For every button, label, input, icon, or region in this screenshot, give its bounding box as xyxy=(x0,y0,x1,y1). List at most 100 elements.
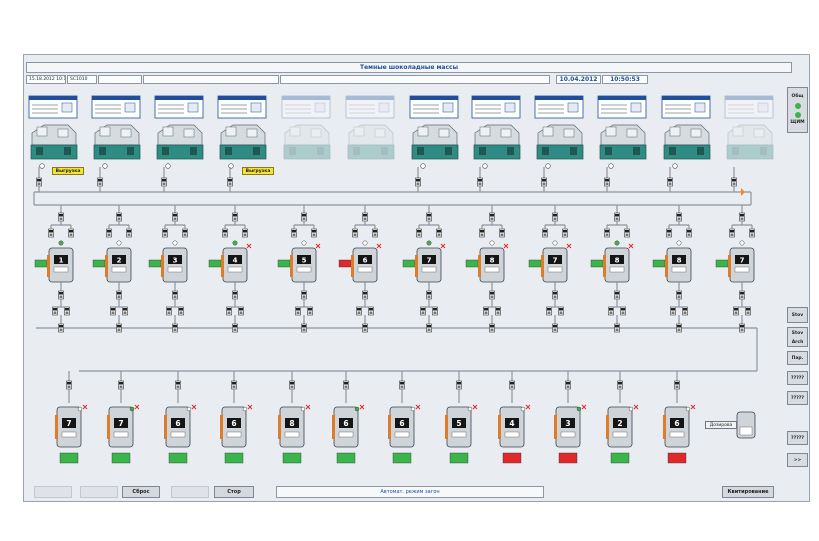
transfer-valve[interactable] xyxy=(64,306,70,316)
conche-inlet-valve[interactable] xyxy=(343,380,349,390)
conche-unit-11[interactable]: 8 xyxy=(652,240,692,283)
conche-outlet-valve[interactable] xyxy=(301,290,307,300)
refiner-unit-5[interactable] xyxy=(281,95,331,160)
transfer-valve[interactable] xyxy=(495,306,501,316)
transfer-valve[interactable] xyxy=(307,306,313,316)
conche-unit-1[interactable]: 1 xyxy=(34,240,74,283)
conche-feed-valve[interactable] xyxy=(291,228,297,238)
conche-feed-valve[interactable] xyxy=(666,228,672,238)
refiner-unit-6[interactable] xyxy=(345,95,395,160)
refiner-outlet-valve[interactable] xyxy=(731,177,737,187)
conche-inlet-valve[interactable] xyxy=(362,212,368,222)
sidebar-btn-2[interactable]: Пар. xyxy=(787,351,808,365)
conche-unit-12[interactable]: 7 xyxy=(715,240,755,283)
refiner-unit-10[interactable] xyxy=(597,95,647,169)
conche-outlet-valve[interactable] xyxy=(489,290,495,300)
dosing-tank[interactable] xyxy=(736,411,756,439)
collector-valve[interactable] xyxy=(116,323,122,333)
collector-valve[interactable] xyxy=(739,323,745,333)
conche-outlet-valve[interactable] xyxy=(362,290,368,300)
conche-unit-10[interactable]: 8 xyxy=(590,240,634,283)
sidebar-btn-4[interactable]: ????? xyxy=(787,391,808,405)
collector-valve[interactable] xyxy=(614,323,620,333)
transfer-valve[interactable] xyxy=(670,306,676,316)
lower-conche-unit-8[interactable]: 5 xyxy=(445,404,478,464)
conche-inlet-valve[interactable] xyxy=(399,380,405,390)
collector-valve[interactable] xyxy=(232,323,238,333)
conche-inlet-valve[interactable] xyxy=(614,212,620,222)
transfer-valve[interactable] xyxy=(432,306,438,316)
transfer-valve[interactable] xyxy=(110,306,116,316)
conche-unit-7[interactable]: 7 xyxy=(402,240,446,283)
lower-conche-unit-4[interactable]: 6 xyxy=(220,404,253,464)
refiner-outlet-valve[interactable] xyxy=(227,177,233,187)
conche-inlet-valve[interactable] xyxy=(66,380,72,390)
lower-conche-unit-10[interactable]: 3 xyxy=(554,404,587,464)
acknowledge-button[interactable]: Квитирование xyxy=(722,486,774,498)
lower-conche-unit-12[interactable]: 6 xyxy=(663,404,696,464)
conche-inlet-valve[interactable] xyxy=(58,212,64,222)
sidebar-btn-3[interactable]: ????? xyxy=(787,371,808,385)
refiner-unit-8[interactable] xyxy=(471,95,521,169)
collector-valve[interactable] xyxy=(489,323,495,333)
refiner-outlet-valve[interactable] xyxy=(477,177,483,187)
conche-feed-valve[interactable] xyxy=(436,228,442,238)
conche-feed-valve[interactable] xyxy=(182,228,188,238)
conche-inlet-valve[interactable] xyxy=(231,380,237,390)
conche-unit-2[interactable]: 2 xyxy=(92,240,132,283)
transfer-valve[interactable] xyxy=(745,306,751,316)
conche-inlet-valve[interactable] xyxy=(739,212,745,222)
conche-inlet-valve[interactable] xyxy=(617,380,623,390)
stop-button[interactable]: Стор xyxy=(214,486,254,498)
conche-unit-3[interactable]: 3 xyxy=(148,240,188,283)
conche-feed-valve[interactable] xyxy=(542,228,548,238)
conche-outlet-valve[interactable] xyxy=(426,290,432,300)
refiner-unit-4[interactable] xyxy=(217,95,267,169)
conche-inlet-valve[interactable] xyxy=(552,212,558,222)
conche-inlet-valve[interactable] xyxy=(172,212,178,222)
transfer-valve[interactable] xyxy=(483,306,489,316)
conche-unit-8[interactable]: 8 xyxy=(465,240,509,283)
refiner-outlet-valve[interactable] xyxy=(415,177,421,187)
conche-feed-valve[interactable] xyxy=(729,228,735,238)
conche-inlet-valve[interactable] xyxy=(456,380,462,390)
transfer-valve[interactable] xyxy=(368,306,374,316)
conche-outlet-valve[interactable] xyxy=(739,290,745,300)
conche-unit-9[interactable]: 7 xyxy=(528,240,572,283)
lower-conche-unit-9[interactable]: 4 xyxy=(498,404,531,464)
refiner-outlet-valve[interactable] xyxy=(36,177,42,187)
conche-inlet-valve[interactable] xyxy=(674,380,680,390)
conche-inlet-valve[interactable] xyxy=(289,380,295,390)
conche-inlet-valve[interactable] xyxy=(116,212,122,222)
lower-conche-unit-2[interactable]: 7 xyxy=(107,404,140,464)
conche-feed-valve[interactable] xyxy=(686,228,692,238)
conche-outlet-valve[interactable] xyxy=(116,290,122,300)
collector-valve[interactable] xyxy=(552,323,558,333)
refiner-unit-9[interactable] xyxy=(534,95,584,169)
refiner-outlet-valve[interactable] xyxy=(604,177,610,187)
refiner-unit-12[interactable] xyxy=(724,95,774,160)
conche-inlet-valve[interactable] xyxy=(232,212,238,222)
conche-outlet-valve[interactable] xyxy=(676,290,682,300)
sidebar-btn-6[interactable]: >> xyxy=(787,453,808,467)
conche-outlet-valve[interactable] xyxy=(58,290,64,300)
sidebar-btn-0[interactable]: Stov xyxy=(787,307,808,323)
transfer-valve[interactable] xyxy=(52,306,58,316)
conche-inlet-valve[interactable] xyxy=(676,212,682,222)
transfer-valve[interactable] xyxy=(558,306,564,316)
conche-outlet-valve[interactable] xyxy=(232,290,238,300)
transfer-valve[interactable] xyxy=(546,306,552,316)
conche-feed-valve[interactable] xyxy=(106,228,112,238)
conche-feed-valve[interactable] xyxy=(222,228,228,238)
transfer-valve[interactable] xyxy=(420,306,426,316)
conche-inlet-valve[interactable] xyxy=(509,380,515,390)
transfer-valve[interactable] xyxy=(122,306,128,316)
sidebar-btn-1[interactable]: Stov Arch xyxy=(787,327,808,347)
refiner-unit-3[interactable] xyxy=(154,95,204,169)
refiner-unit-2[interactable] xyxy=(91,95,141,169)
conche-inlet-valve[interactable] xyxy=(426,212,432,222)
conche-unit-4[interactable]: 4 xyxy=(208,240,252,283)
conche-outlet-valve[interactable] xyxy=(172,290,178,300)
conche-feed-valve[interactable] xyxy=(162,228,168,238)
refiner-outlet-valve[interactable] xyxy=(541,177,547,187)
